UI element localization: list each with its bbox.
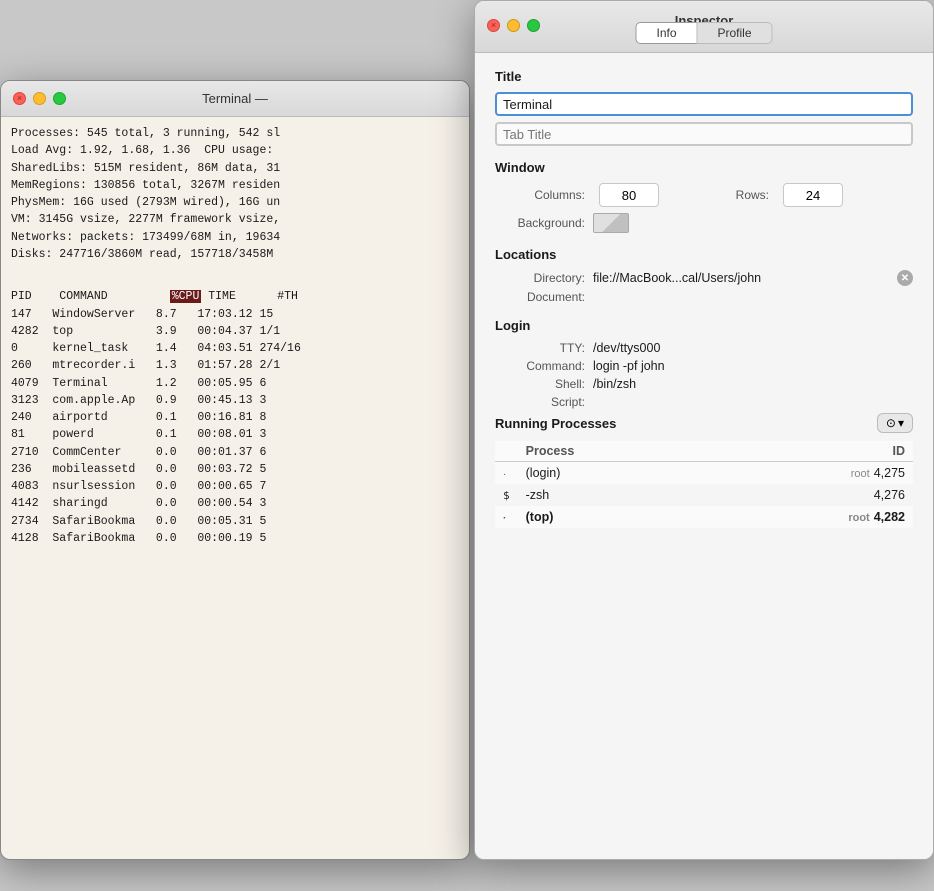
process-id: root4,275 <box>704 462 913 485</box>
process-name: (login) <box>518 462 704 485</box>
directory-label: Directory: <box>495 271 585 285</box>
terminal-line: 81 powerd 0.1 00:08.01 3 <box>11 426 459 443</box>
document-row: Document: <box>495 290 913 304</box>
process-bullet: · <box>495 462 518 485</box>
terminal-line: 4128 SafariBookma 0.0 00:00.19 5 <box>11 530 459 547</box>
terminal-line: 3123 com.apple.Ap 0.9 00:45.13 3 <box>11 392 459 409</box>
title-section-label: Title <box>495 69 913 84</box>
tty-value: /dev/ttys000 <box>593 341 660 355</box>
process-id: 4,276 <box>704 484 913 506</box>
processes-header: Running Processes ⊙ ▾ <box>495 413 913 433</box>
process-name: (top) <box>518 506 704 528</box>
command-row: Command: login -pf john <box>495 359 913 373</box>
inspector-minimize-button[interactable] <box>507 19 520 32</box>
terminal-content: Processes: 545 total, 3 running, 542 sl … <box>1 117 469 859</box>
inspector-tabs: Info Profile <box>635 22 772 44</box>
tab-info[interactable]: Info <box>635 22 696 44</box>
terminal-line: Processes: 545 total, 3 running, 542 sl <box>11 125 459 142</box>
background-row: Background: <box>495 213 913 233</box>
rows-col: Rows: <box>679 183 843 207</box>
background-label: Background: <box>495 216 585 230</box>
process-col-header <box>495 441 518 462</box>
document-label: Document: <box>495 290 585 304</box>
shell-value: /bin/zsh <box>593 377 636 391</box>
terminal-maximize-button[interactable] <box>53 92 66 105</box>
processes-table-header: Process ID <box>495 441 913 462</box>
process-bullet: · <box>495 506 518 528</box>
terminal-line: 2734 SafariBookma 0.0 00:05.31 5 <box>11 513 459 530</box>
processes-dropdown-icon: ▾ <box>898 416 904 430</box>
shell-row: Shell: /bin/zsh <box>495 377 913 391</box>
script-row: Script: <box>495 395 913 409</box>
terminal-line <box>11 271 459 288</box>
terminal-traffic-lights <box>13 92 66 105</box>
directory-clear-button[interactable]: ✕ <box>897 270 913 286</box>
terminal-titlebar: Terminal — <box>1 81 469 117</box>
tab-profile[interactable]: Profile <box>697 22 773 44</box>
script-label: Script: <box>495 395 585 409</box>
terminal-line: 260 mtrecorder.i 1.3 01:57.28 2/1 <box>11 357 459 374</box>
inspector-maximize-button[interactable] <box>527 19 540 32</box>
terminal-line: 240 airportd 0.1 00:16.81 8 <box>11 409 459 426</box>
terminal-line: SharedLibs: 515M resident, 86M data, 31 <box>11 160 459 177</box>
terminal-line: 4282 top 3.9 00:04.37 1/1 <box>11 323 459 340</box>
window-section-label: Window <box>495 160 913 175</box>
columns-col: Columns: <box>495 183 659 207</box>
process-id-col-header: ID <box>704 441 913 462</box>
terminal-line: PhysMem: 16G used (2793M wired), 16G un <box>11 194 459 211</box>
terminal-line: 4142 sharingd 0.0 00:00.54 3 <box>11 495 459 512</box>
table-row: · (login) root4,275 <box>495 462 913 485</box>
cpu-highlight: %CPU <box>170 290 202 303</box>
columns-input[interactable] <box>599 183 659 207</box>
columns-label: Columns: <box>495 188 585 202</box>
terminal-line: Networks: packets: 173499/68M in, 19634 <box>11 229 459 246</box>
terminal-minimize-button[interactable] <box>33 92 46 105</box>
terminal-line: 2710 CommCenter 0.0 00:01.37 6 <box>11 444 459 461</box>
terminal-line: 4079 Terminal 1.2 00:05.95 6 <box>11 375 459 392</box>
processes-action-button[interactable]: ⊙ ▾ <box>877 413 913 433</box>
terminal-line: 147 WindowServer 8.7 17:03.12 15 <box>11 306 459 323</box>
process-bullet: $ <box>495 484 518 506</box>
table-row: · (top) root4,282 <box>495 506 913 528</box>
process-id: root4,282 <box>704 506 913 528</box>
terminal-line: VM: 3145G vsize, 2277M framework vsize, <box>11 211 459 228</box>
inspector-close-button[interactable] <box>487 19 500 32</box>
processes-action-icon: ⊙ <box>886 416 896 430</box>
processes-section-label: Running Processes <box>495 416 616 431</box>
terminal-title: Terminal — <box>202 91 268 106</box>
shell-label: Shell: <box>495 377 585 391</box>
table-row: $ -zsh 4,276 <box>495 484 913 506</box>
terminal-close-button[interactable] <box>13 92 26 105</box>
process-name: -zsh <box>518 484 704 506</box>
terminal-line: Disks: 247716/3860M read, 157718/3458M <box>11 246 459 263</box>
terminal-line: 4083 nsurlsession 0.0 00:00.65 7 <box>11 478 459 495</box>
terminal-line: Load Avg: 1.92, 1.68, 1.36 CPU usage: <box>11 142 459 159</box>
window-dimensions-row: Columns: Rows: <box>495 183 913 207</box>
command-value: login -pf john <box>593 359 665 373</box>
inspector-titlebar: Inspector Info Profile <box>475 1 933 53</box>
background-color-swatch[interactable] <box>593 213 629 233</box>
terminal-process-header: PID COMMAND %CPU TIME #TH <box>11 288 459 305</box>
terminal-line: 0 kernel_task 1.4 04:03.51 274/16 <box>11 340 459 357</box>
tty-label: TTY: <box>495 341 585 355</box>
terminal-window: Terminal — Processes: 545 total, 3 runni… <box>0 80 470 860</box>
terminal-line: MemRegions: 130856 total, 3267M residen <box>11 177 459 194</box>
inspector-traffic-lights <box>487 19 540 32</box>
directory-row: Directory: file://MacBook...cal/Users/jo… <box>495 270 913 286</box>
rows-label: Rows: <box>679 188 769 202</box>
terminal-line: 236 mobileassetd 0.0 00:03.72 5 <box>11 461 459 478</box>
title-input[interactable] <box>495 92 913 116</box>
inspector-body: Title Window Columns: Rows: Background: … <box>475 53 933 859</box>
command-label: Command: <box>495 359 585 373</box>
rows-input[interactable] <box>783 183 843 207</box>
locations-section-label: Locations <box>495 247 913 262</box>
directory-value: file://MacBook...cal/Users/john <box>593 271 891 285</box>
processes-table: Process ID · (login) root4,275 $ -zsh 4,… <box>495 441 913 528</box>
login-section-label: Login <box>495 318 913 333</box>
tty-row: TTY: /dev/ttys000 <box>495 341 913 355</box>
inspector-window: Inspector Info Profile Title Window Colu… <box>474 0 934 860</box>
process-name-col-header: Process <box>518 441 704 462</box>
tab-title-input[interactable] <box>495 122 913 146</box>
